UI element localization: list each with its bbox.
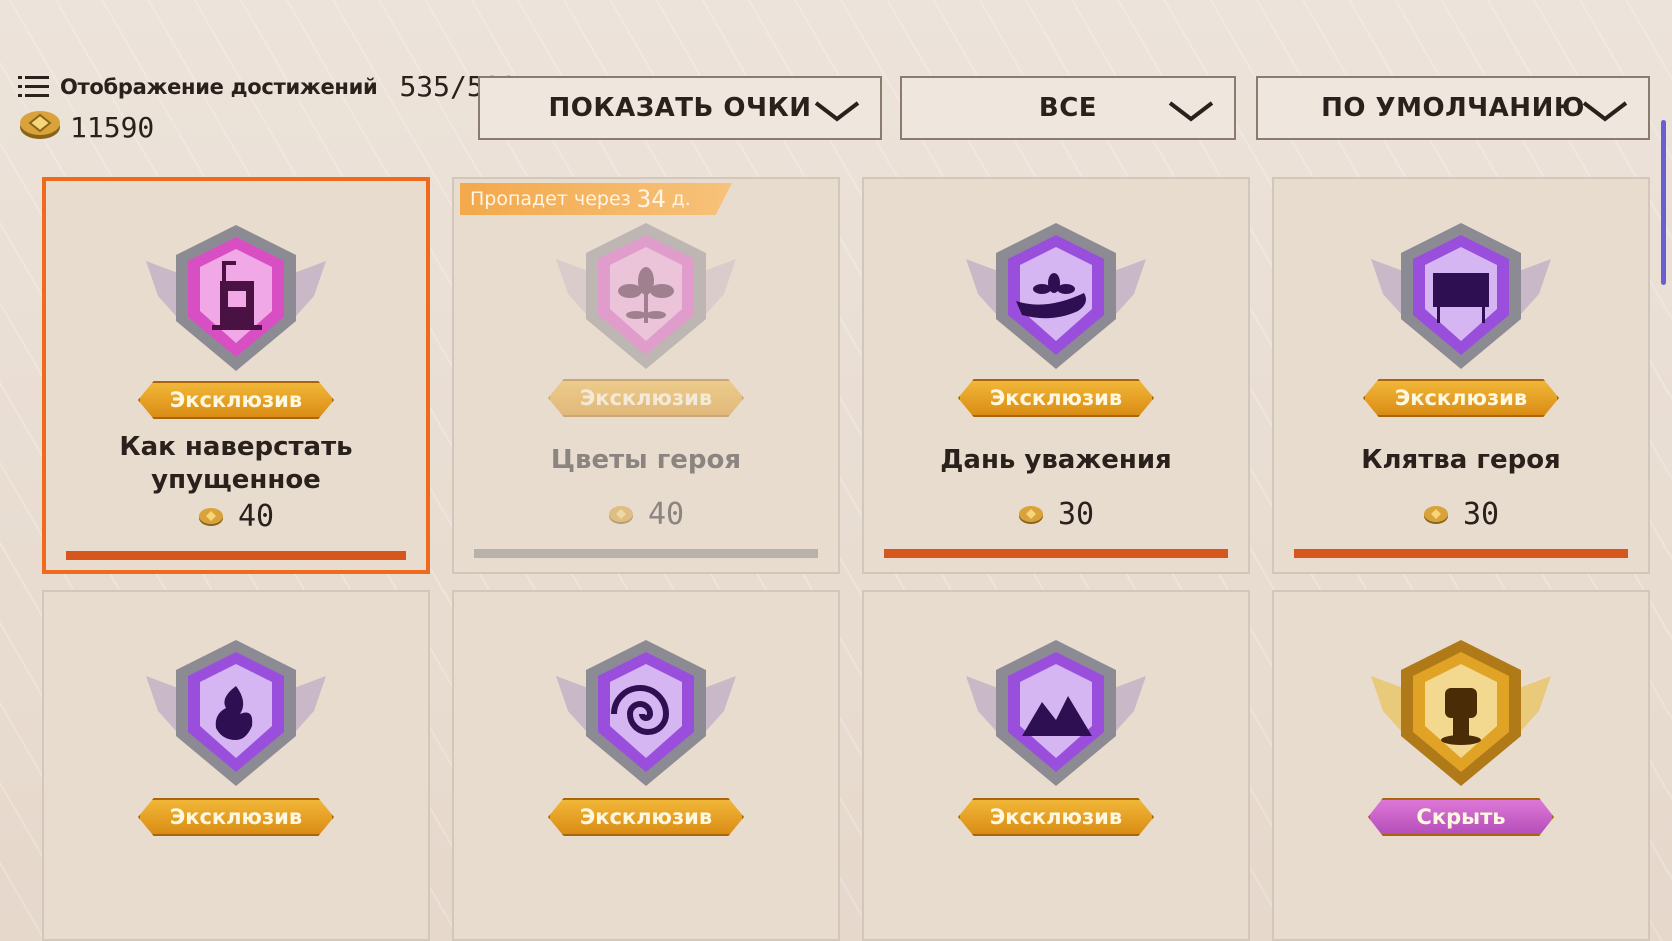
achievement-points: 30 [864, 497, 1248, 532]
exclusive-tag: Эксклюзив [958, 379, 1154, 417]
expire-days: 34 [636, 185, 666, 213]
expire-prefix: Пропадет через [470, 188, 631, 210]
badge [1274, 636, 1648, 796]
total-points: 11590 [70, 110, 155, 144]
points-value: 40 [237, 499, 275, 534]
sort-label: ПО УМОЛЧАНИЮ [1321, 93, 1585, 123]
coin-icon [1423, 505, 1448, 524]
progress-bar [66, 551, 406, 560]
badge [1274, 219, 1648, 379]
achievement-title: Цветы героя [550, 445, 742, 475]
achievement-title: Отображение достижений [60, 74, 378, 99]
show-points-dropdown[interactable]: ПОКАЗАТЬ ОЧКИ [478, 76, 882, 140]
filter-all-label: ВСЕ [1038, 93, 1098, 123]
coin-icon [198, 507, 223, 526]
exclusive-tag: Эксклюзив [958, 798, 1154, 836]
exclusive-tag: Эксклюзив [138, 798, 334, 836]
exclusive-tag: Эксклюзив [1363, 379, 1559, 417]
coin-icon [18, 109, 62, 145]
achievement-card[interactable]: Эксклюзив Как наверстать упущенное 40 [42, 177, 430, 574]
badge [864, 636, 1248, 796]
expire-suffix: д. [671, 188, 691, 210]
achievement-points: 40 [46, 499, 426, 534]
badge [454, 219, 838, 379]
achievement-card[interactable]: Эксклюзив [862, 590, 1250, 941]
badge [46, 221, 426, 381]
filter-all-dropdown[interactable]: ВСЕ [900, 76, 1236, 140]
achievement-card[interactable]: Скрыть [1272, 590, 1650, 941]
coin-icon [1018, 505, 1043, 524]
achievement-title: Клятва героя [1361, 445, 1561, 475]
points-value: 40 [647, 497, 685, 532]
points-value: 30 [1462, 497, 1500, 532]
achievement-card[interactable]: Эксклюзив [42, 590, 430, 941]
achievement-card[interactable]: Эксклюзив Дань уважения 30 [862, 177, 1250, 574]
achievement-points: 30 [1274, 497, 1648, 532]
exclusive-tag: Эксклюзив [548, 798, 744, 836]
progress-bar [884, 549, 1228, 558]
badge [454, 636, 838, 796]
achievement-points: 40 [454, 497, 838, 532]
achievement-title: Дань уважения [940, 445, 1172, 475]
progress-bar [474, 549, 818, 558]
exclusive-tag: Эксклюзив [548, 379, 744, 417]
badge [44, 636, 428, 796]
show-points-label: ПОКАЗАТЬ ОЧКИ [548, 93, 812, 123]
achievement-card[interactable]: Эксклюзив Клятва героя 30 [1272, 177, 1650, 574]
achievement-header: Отображение достижений 535/593 11590 [18, 70, 517, 145]
achievement-title: Как наверстать упущенное [119, 432, 353, 495]
exclusive-tag: Эксклюзив [138, 381, 334, 419]
expire-banner: Пропадет через 34 д. [460, 183, 732, 215]
chevron-down-icon [1582, 101, 1628, 122]
achievement-card[interactable]: Эксклюзив [452, 590, 840, 941]
scrollbar[interactable] [1661, 120, 1666, 285]
chevron-down-icon [1168, 101, 1214, 122]
sort-dropdown[interactable]: ПО УМОЛЧАНИЮ [1256, 76, 1650, 140]
badge [864, 219, 1248, 379]
hide-button[interactable]: Скрыть [1368, 798, 1554, 836]
achievement-card[interactable]: Пропадет через 34 д. Эксклюзив Цветы гер… [452, 177, 840, 574]
progress-bar [1294, 549, 1628, 558]
points-value: 30 [1057, 497, 1095, 532]
coin-icon [608, 505, 633, 524]
list-icon[interactable] [18, 74, 50, 100]
chevron-down-icon [814, 101, 860, 122]
